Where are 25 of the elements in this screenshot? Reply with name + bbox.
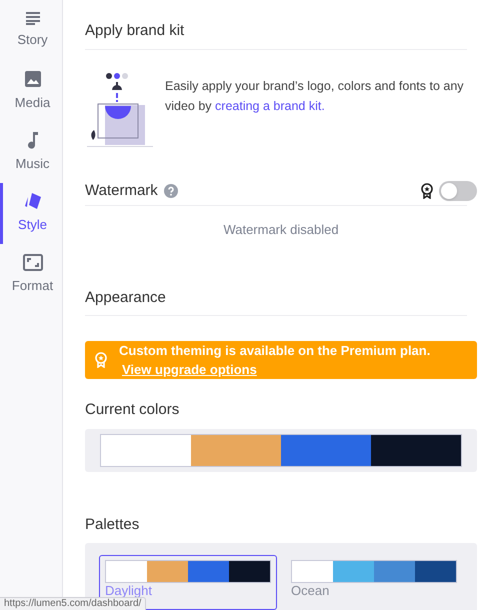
- section-title: Appearance: [85, 289, 166, 306]
- help-icon: [164, 184, 178, 198]
- frame-icon: [22, 254, 42, 271]
- palette-option[interactable]: Ocean: [285, 555, 463, 610]
- section-title: Palettes: [85, 514, 140, 534]
- watermark-toggle[interactable]: [439, 181, 477, 202]
- image-icon: [24, 70, 42, 88]
- banner-text: Custom theming is available on the Premium plan.: [119, 342, 430, 360]
- section-title: Apply brand kit: [85, 22, 184, 39]
- music-note-icon: [26, 131, 40, 150]
- premium-badge-icon: [421, 183, 433, 200]
- watermark-status: Watermark disabled: [223, 220, 339, 238]
- sidebar-tab[interactable]: Music: [0, 122, 62, 183]
- sidebar-tab[interactable]: Style: [0, 183, 62, 244]
- section-title: Current colors: [85, 400, 180, 420]
- sidebar-tab[interactable]: Media: [0, 61, 62, 122]
- brand-kit-description: Easily apply your brand’s logo, colors and fonts to any video by creating a brand kit.: [165, 78, 465, 115]
- premium-badge-icon: [95, 352, 107, 368]
- swatch-icon: [22, 192, 42, 210]
- brand-kit-link[interactable]: creating a brand kit.: [215, 99, 325, 113]
- section-title: Watermark: [85, 181, 158, 201]
- sidebar-tab[interactable]: Format: [0, 244, 62, 305]
- sidebar-tab[interactable]: Story: [0, 0, 62, 61]
- lines-icon: [24, 11, 40, 26]
- status-url-tooltip: https://lumen5.com/dashboard/: [0, 597, 146, 610]
